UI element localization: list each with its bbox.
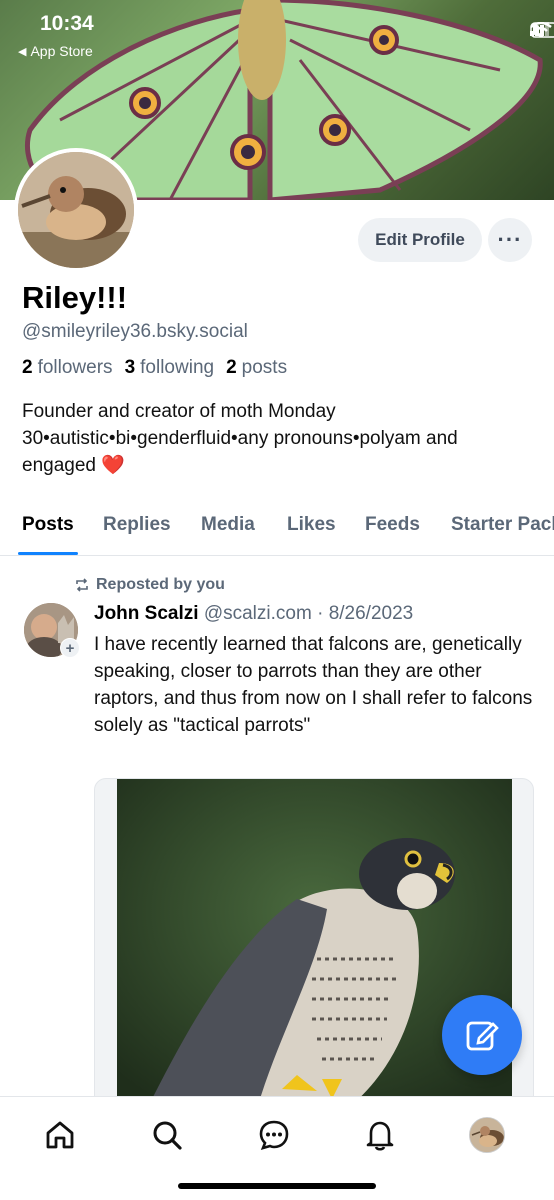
tab-feeds[interactable]: Feeds [365,514,420,536]
profile-avatar-small [469,1117,505,1153]
profile-handle: @smileyriley36.bsky.social [22,321,248,342]
more-options-button[interactable]: ··· [488,218,532,262]
posts-label: posts [241,357,288,378]
back-arrow-icon: ◀ [18,45,27,58]
repost-icon [76,578,88,592]
followers-stat[interactable]: 2 followers [22,357,113,379]
followers-label: followers [37,357,113,378]
profile-stats: 2 followers 3 following 2 posts [22,357,287,379]
nav-home[interactable] [40,1115,80,1155]
profile-bio: Founder and creator of moth Monday 30•au… [22,401,458,476]
post-header: John Scalzi @scalzi.com · 8/26/2023 [94,603,413,625]
posts-count: 2 [226,357,237,378]
status-bar: 10:34 ◀ App Store [0,0,554,60]
home-icon [46,1121,74,1149]
tab-starter-packs[interactable]: Starter Packs [451,514,554,536]
active-tab-indicator [18,552,78,555]
woodcock-avatar-image [18,152,134,268]
display-name: Riley!!! [22,280,128,315]
posts-stat: 2 posts [226,357,287,379]
post-author-handle[interactable]: @scalzi.com [204,603,312,624]
post-date[interactable]: 8/26/2023 [329,603,414,624]
back-label: App Store [30,43,93,59]
following-stat[interactable]: 3 following [125,357,215,379]
profile-avatar[interactable] [14,148,138,272]
nav-notifications[interactable] [360,1115,400,1155]
tab-posts[interactable]: Posts [22,514,74,536]
followers-count: 2 [22,357,33,378]
tab-media[interactable]: Media [201,514,255,536]
repost-indicator: Reposted by you [74,576,225,594]
follow-plus-button[interactable]: + [60,638,80,658]
repost-label: Reposted by you [96,576,225,593]
status-time: 10:34 [40,12,94,35]
chat-icon [259,1120,289,1150]
bell-icon [366,1121,394,1151]
tab-replies[interactable]: Replies [103,514,171,536]
edit-profile-button[interactable]: Edit Profile [358,218,482,262]
woodcock-avatar-small-image [470,1118,504,1152]
compose-icon [466,1021,499,1051]
compose-post-button[interactable] [442,995,522,1075]
home-indicator[interactable] [178,1183,376,1189]
tab-likes[interactable]: Likes [287,514,336,536]
nav-chat[interactable] [254,1115,294,1155]
profile-tabs: Posts Replies Media Likes Feeds Starter … [0,500,554,556]
search-icon [153,1121,182,1150]
post-author-name[interactable]: John Scalzi [94,603,199,624]
following-label: following [140,357,215,378]
back-to-app-store[interactable]: ◀ App Store [18,43,93,59]
nav-search[interactable] [147,1115,187,1155]
nav-profile[interactable] [467,1115,507,1155]
battery-icon [530,22,554,38]
post-separator: · [317,603,324,624]
following-count: 3 [124,357,136,378]
post-text: I have recently learned that falcons are… [94,634,533,736]
